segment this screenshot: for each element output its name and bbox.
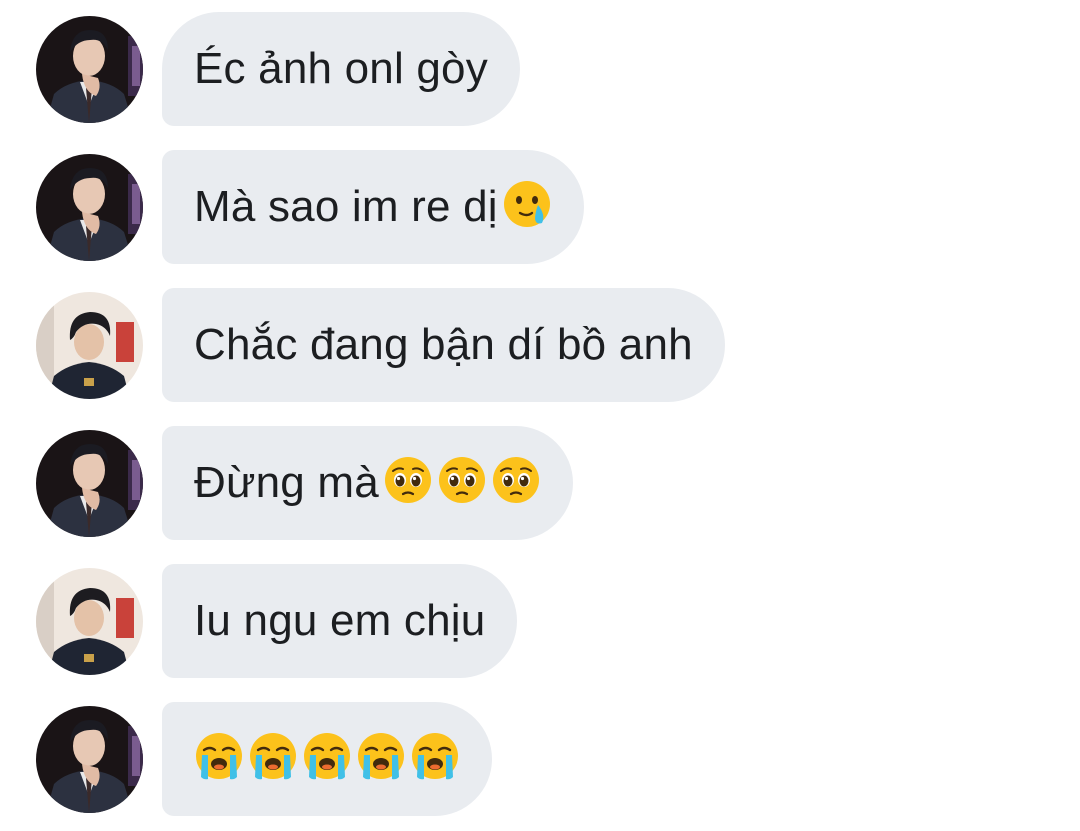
message-row: Éc ảnh onl gòy [0, 12, 1080, 126]
sender-avatar[interactable] [36, 154, 143, 261]
avatar-a-image [36, 430, 143, 537]
loudly-crying-face-icon [356, 731, 406, 781]
loudly-crying-face-icon [194, 731, 244, 781]
message-bubble[interactable] [162, 702, 492, 816]
message-text: Đừng mà [194, 458, 379, 507]
message-bubble[interactable]: Đừng mà [162, 426, 573, 540]
message-bubble[interactable]: Éc ảnh onl gòy [162, 12, 520, 126]
message-bubble[interactable]: Iu ngu em chịu [162, 564, 518, 678]
sender-avatar[interactable] [36, 292, 143, 399]
message-row [0, 702, 1080, 816]
message-text: Éc ảnh onl gòy [194, 44, 488, 93]
avatar-a-image [36, 154, 143, 261]
sender-avatar[interactable] [36, 16, 143, 123]
sender-avatar[interactable] [36, 568, 143, 675]
pleading-face-icon [383, 455, 433, 505]
message-row: Iu ngu em chịu [0, 564, 1080, 678]
sender-avatar[interactable] [36, 430, 143, 537]
message-bubble[interactable]: Mà sao im re dị [162, 150, 584, 264]
message-text: Mà sao im re dị [194, 182, 498, 231]
message-bubble[interactable]: Chắc đang bận dí bồ anh [162, 288, 725, 402]
loudly-crying-face-icon [410, 731, 460, 781]
avatar-a-image [36, 706, 143, 813]
message-text: Iu ngu em chịu [194, 596, 486, 645]
avatar-a-image [36, 16, 143, 123]
message-row: Đừng mà [0, 426, 1080, 540]
pleading-face-icon [437, 455, 487, 505]
face-holding-back-tears-icon [502, 179, 552, 229]
message-row: Mà sao im re dị [0, 150, 1080, 264]
pleading-face-icon [491, 455, 541, 505]
message-text: Chắc đang bận dí bồ anh [194, 320, 693, 369]
avatar-b-image [36, 568, 143, 675]
sender-avatar[interactable] [36, 706, 143, 813]
loudly-crying-face-icon [302, 731, 352, 781]
avatar-b-image [36, 292, 143, 399]
message-thread: Éc ảnh onl gòy Mà sao im re dị Chắc đang… [0, 0, 1080, 831]
message-row: Chắc đang bận dí bồ anh [0, 288, 1080, 402]
loudly-crying-face-icon [248, 731, 298, 781]
